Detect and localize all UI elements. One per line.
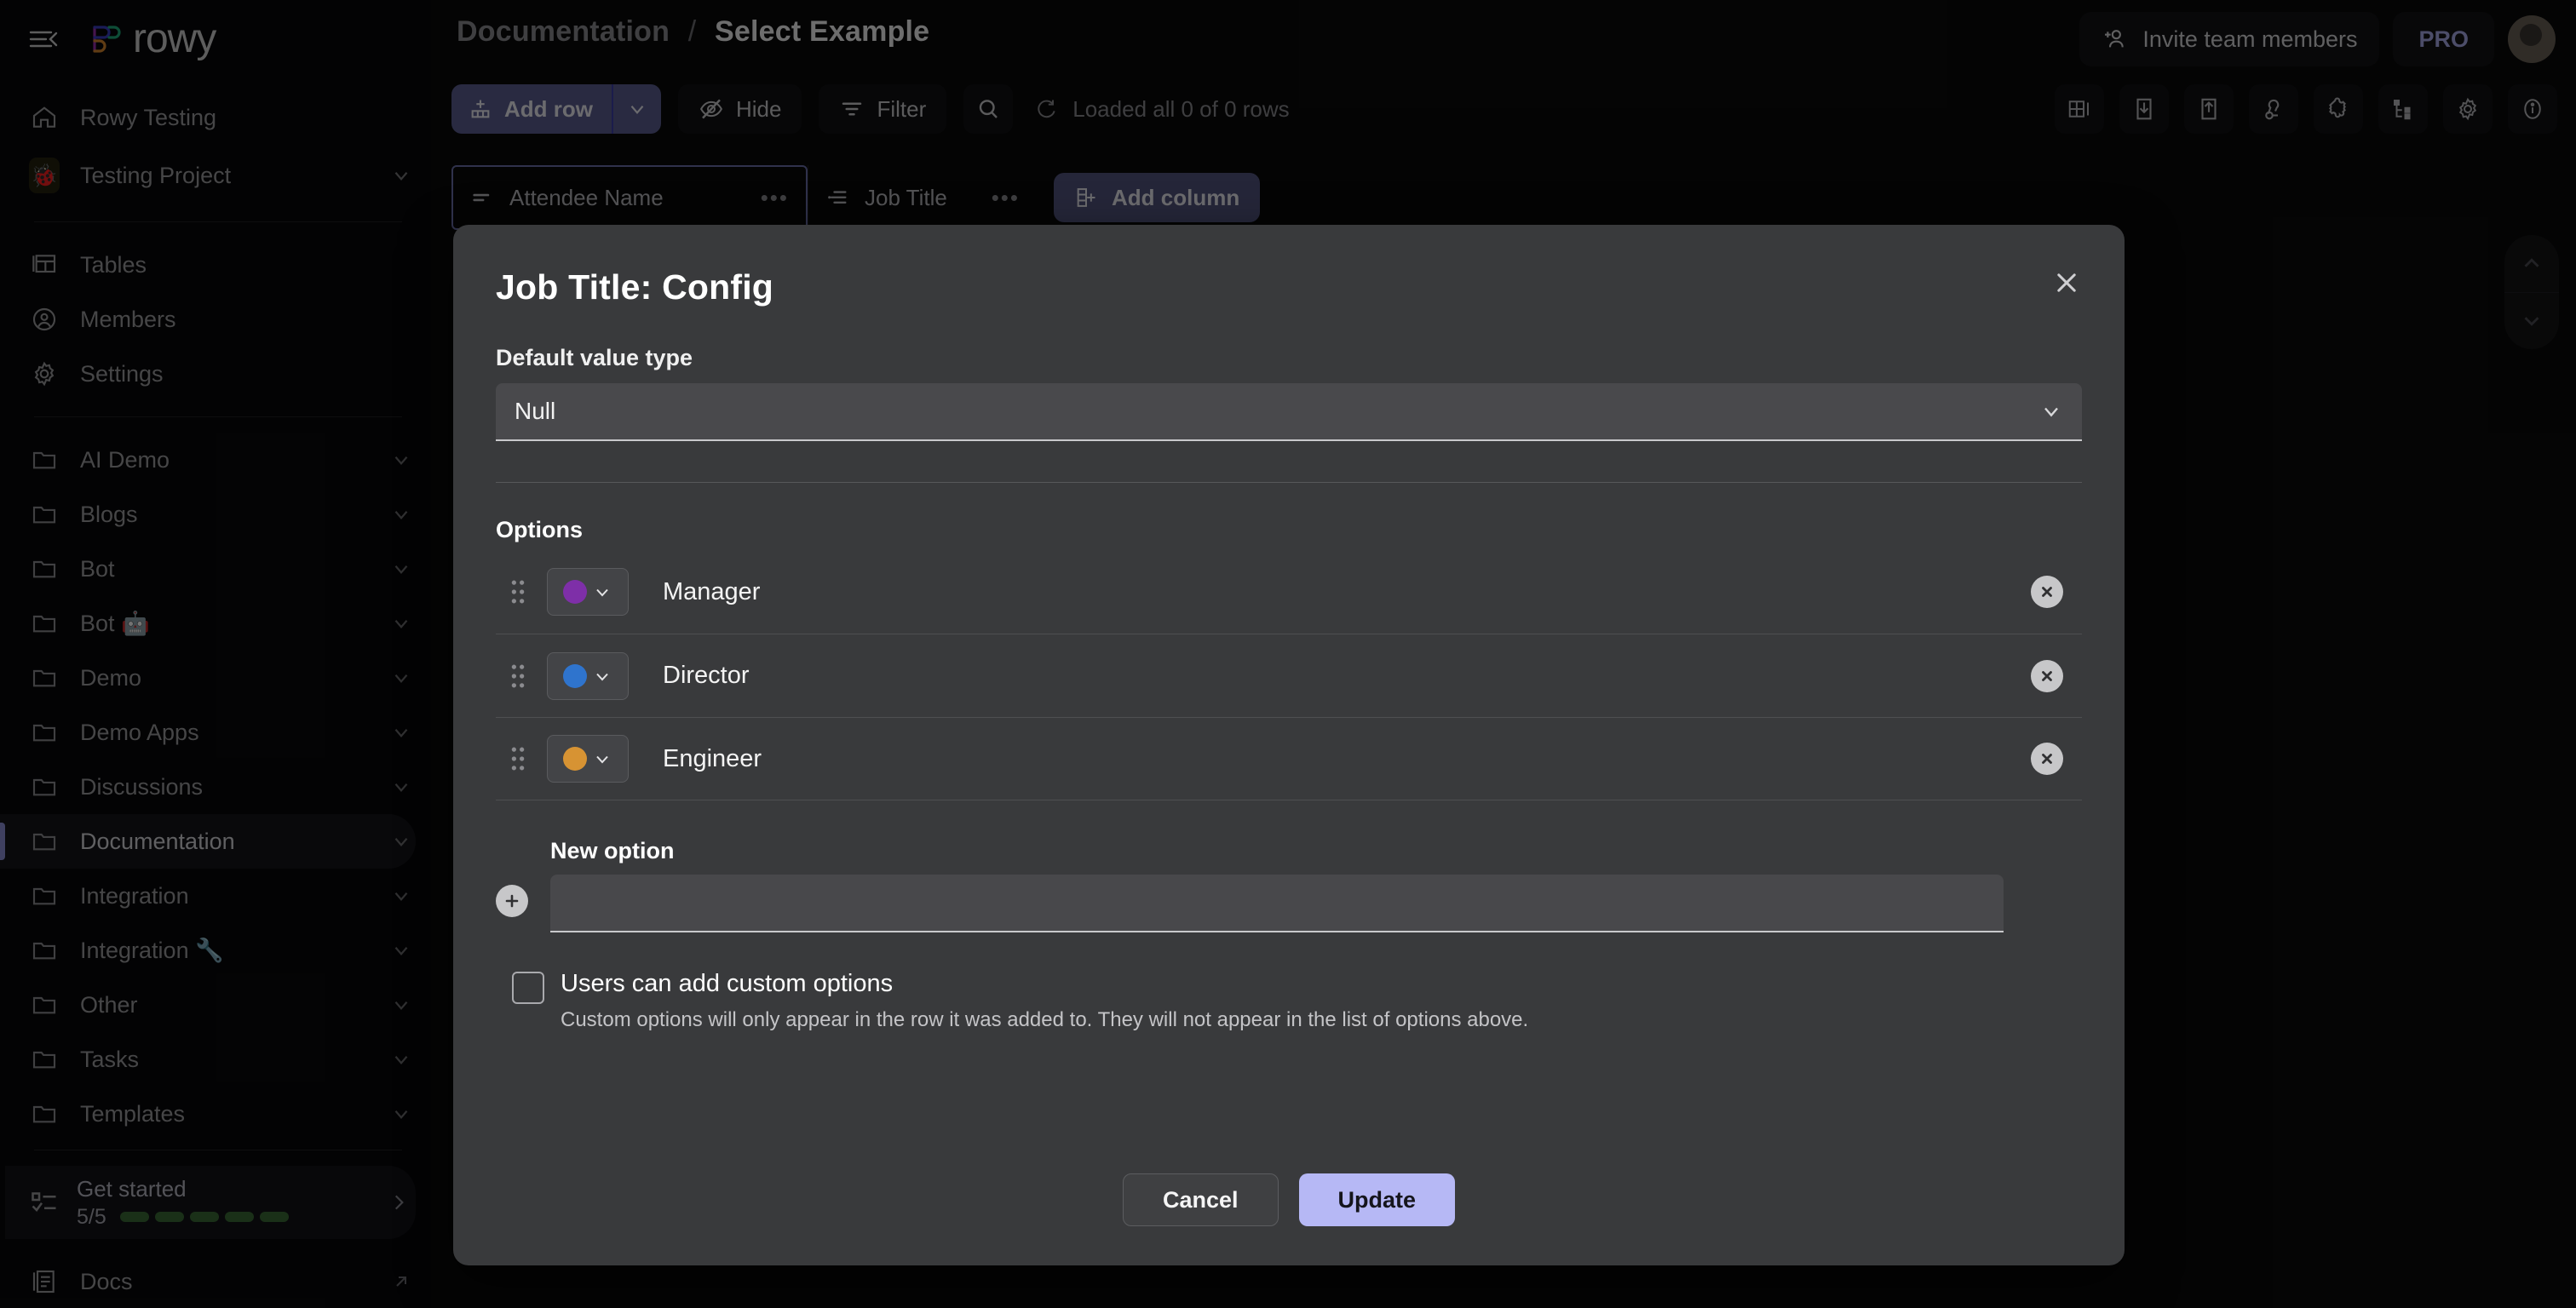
close-icon[interactable] xyxy=(2039,255,2094,310)
options-list: Manager Director Engineer xyxy=(496,550,2082,800)
option-color-picker[interactable] xyxy=(547,735,629,783)
option-color-picker[interactable] xyxy=(547,568,629,616)
drag-handle-icon[interactable] xyxy=(496,577,540,606)
color-swatch xyxy=(563,663,587,688)
option-row: Engineer xyxy=(496,717,2082,800)
new-option-label: New option xyxy=(550,838,675,863)
add-circle-icon[interactable] xyxy=(496,885,528,917)
new-option-section: New option xyxy=(496,838,2082,932)
option-name: Director xyxy=(663,662,750,689)
modal-footer: Cancel Update xyxy=(453,1173,2125,1265)
color-swatch xyxy=(563,580,587,604)
update-button[interactable]: Update xyxy=(1298,1173,1456,1226)
option-row: Director xyxy=(496,634,2082,717)
default-value-type-value: Null xyxy=(515,398,556,424)
delete-circle-icon[interactable] xyxy=(2031,743,2063,775)
modal-header: Job Title: Config xyxy=(453,225,2125,307)
drag-handle-icon[interactable] xyxy=(496,744,540,773)
drag-handle-icon[interactable] xyxy=(496,662,540,691)
custom-options-row: Users can add custom options Custom opti… xyxy=(496,970,2082,1032)
options-label: Options xyxy=(496,517,583,542)
checkbox-box xyxy=(512,972,544,1004)
config-modal: Job Title: Config Default value type Nul… xyxy=(453,225,2125,1265)
app-root: rowy Rowy Testing 🐞 Testing Project Tabl… xyxy=(0,0,2576,1308)
chevron-down-icon xyxy=(592,749,612,769)
modal-body: Default value type Null Options Manager D… xyxy=(453,307,2125,1173)
custom-options-help: Custom options will only appear in the r… xyxy=(561,1008,1529,1031)
option-color-picker[interactable] xyxy=(547,651,629,700)
option-name: Manager xyxy=(663,577,761,605)
modal-title: Job Title: Config xyxy=(496,267,774,307)
chevron-down-icon xyxy=(592,666,612,686)
delete-circle-icon[interactable] xyxy=(2031,576,2063,608)
custom-options-checkbox[interactable] xyxy=(496,970,561,1032)
color-swatch xyxy=(563,747,587,771)
default-value-type-label: Default value type xyxy=(496,345,693,370)
default-value-type-select[interactable]: Null xyxy=(496,383,2082,441)
option-row: Manager xyxy=(496,550,2082,634)
delete-circle-icon[interactable] xyxy=(2031,659,2063,692)
option-name: Engineer xyxy=(663,744,762,772)
chevron-down-icon xyxy=(592,582,612,602)
chevron-down-icon xyxy=(2039,399,2063,423)
new-option-input[interactable] xyxy=(550,875,2004,932)
modal-divider xyxy=(496,482,2082,483)
custom-options-label: Users can add custom options xyxy=(561,970,894,997)
cancel-button[interactable]: Cancel xyxy=(1122,1173,1279,1226)
